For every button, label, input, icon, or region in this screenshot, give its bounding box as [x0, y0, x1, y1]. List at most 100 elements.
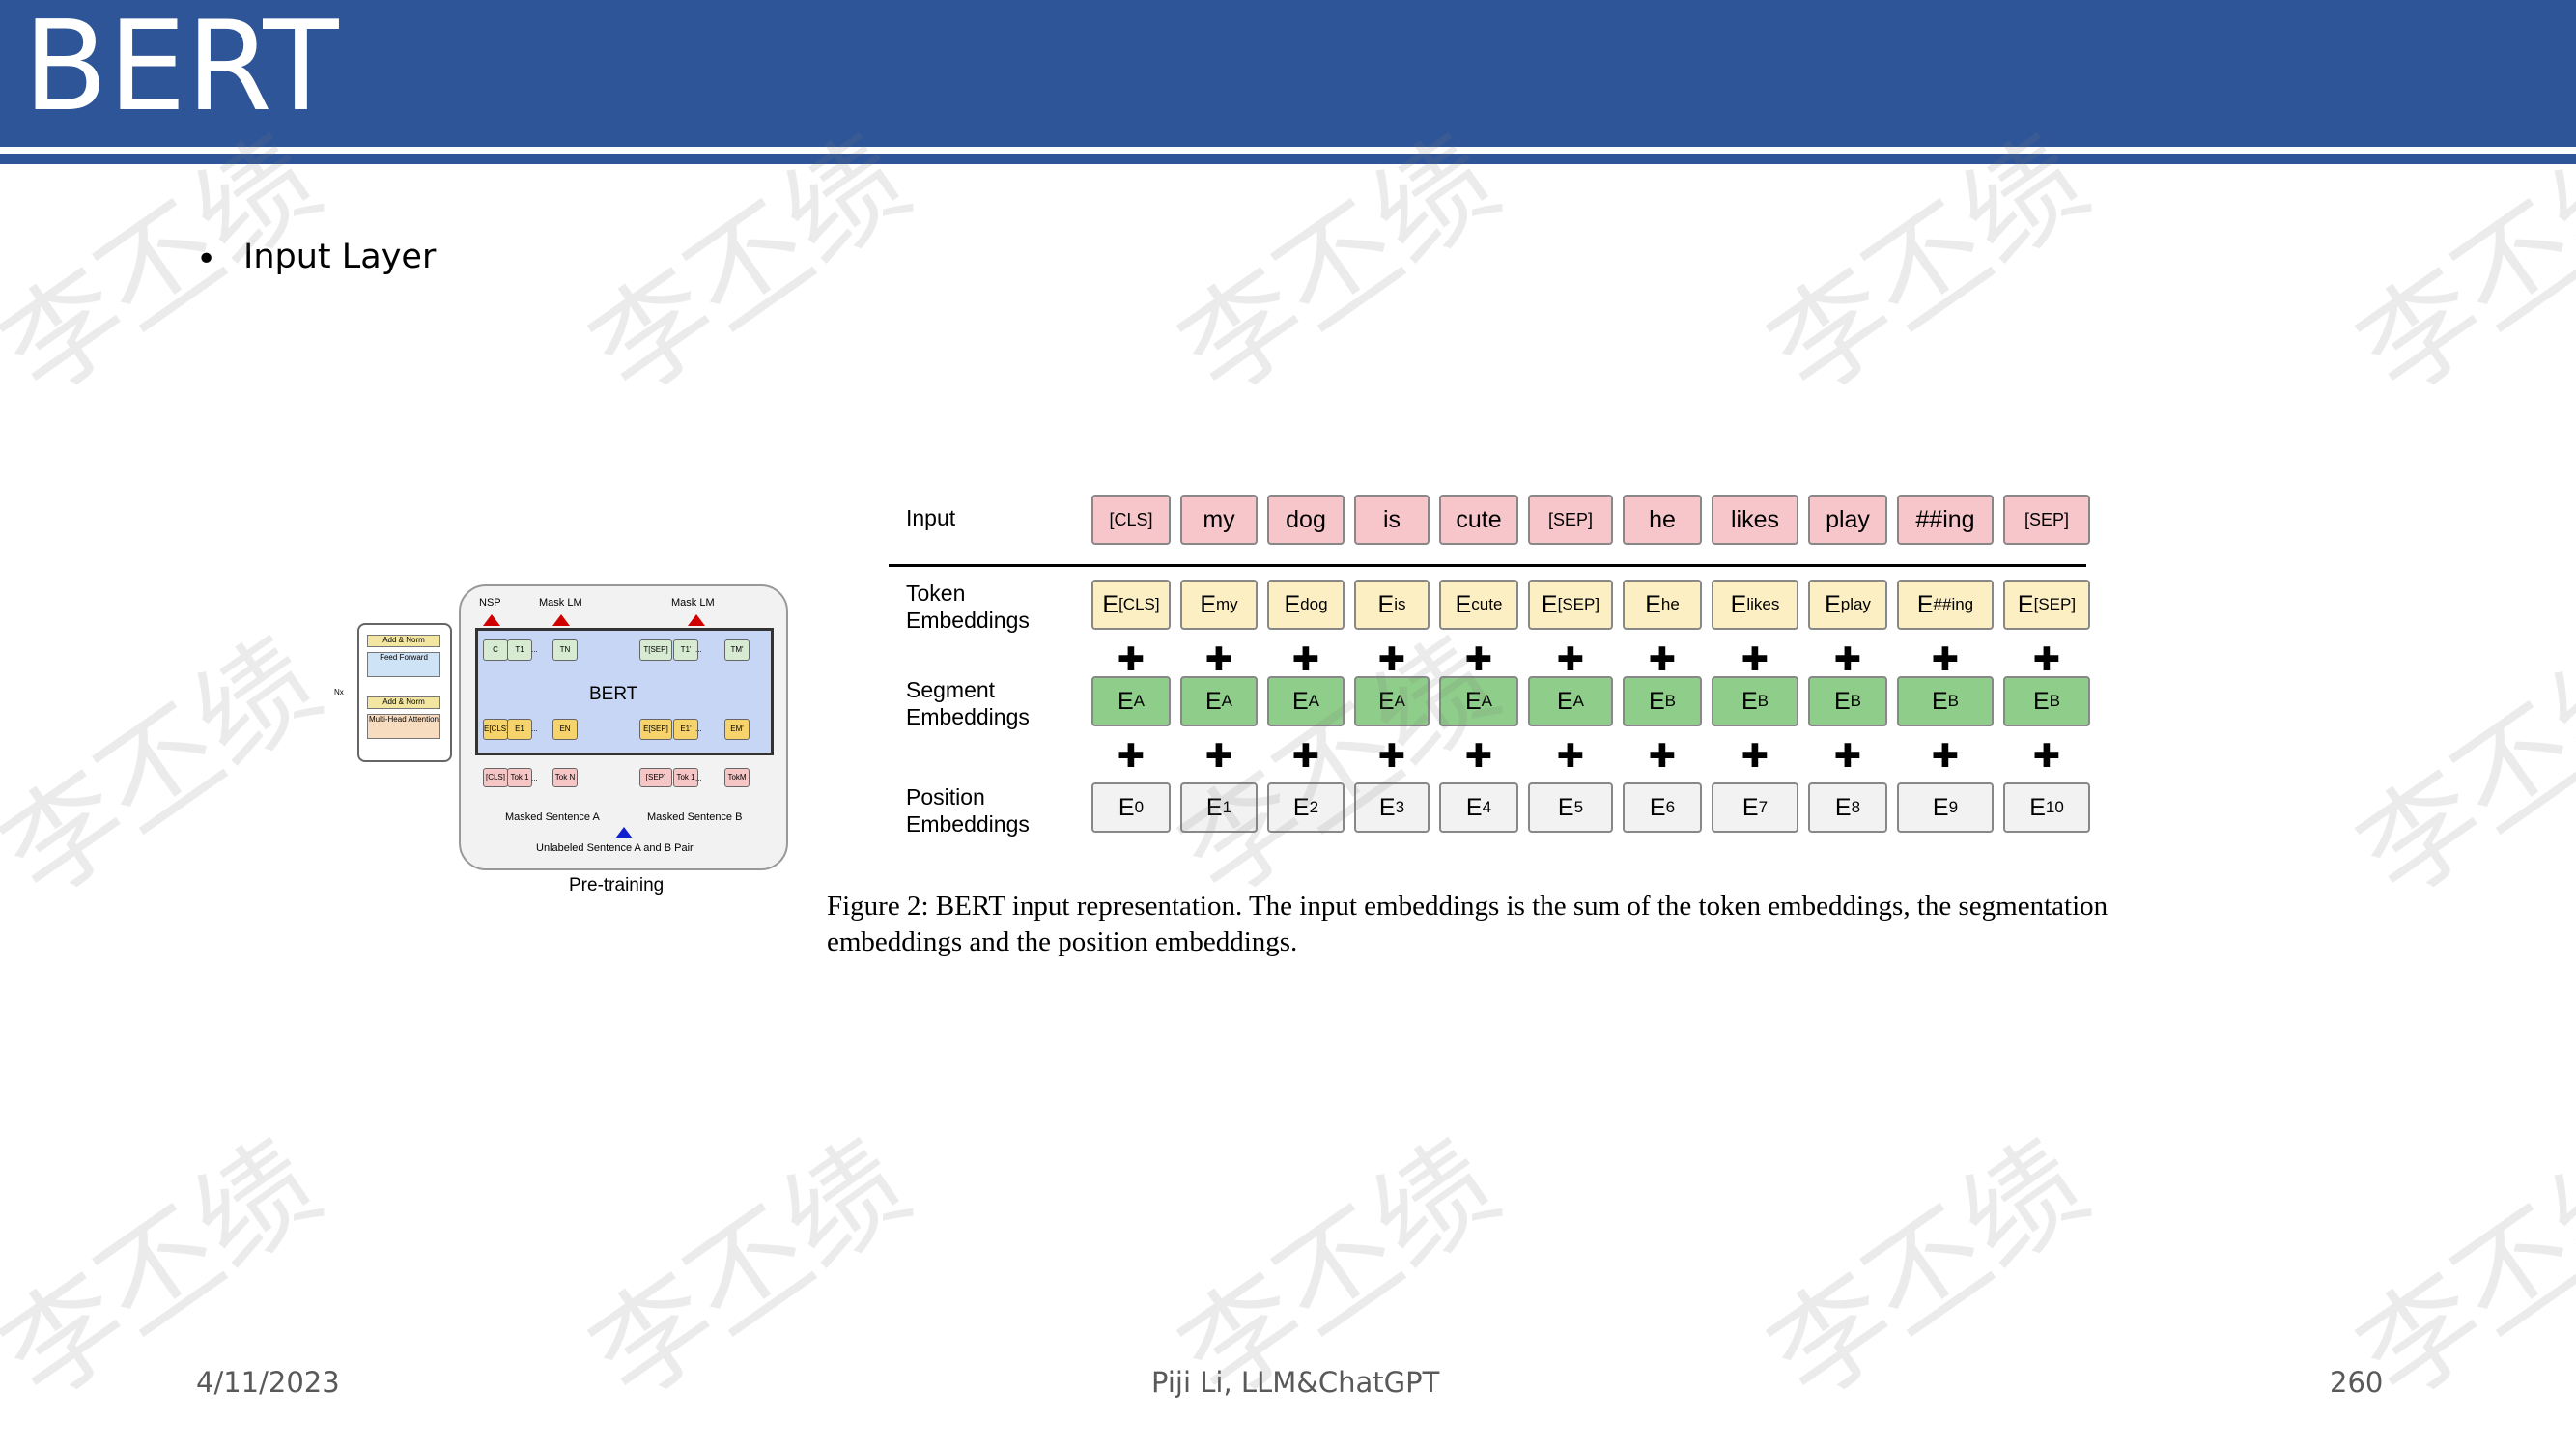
input-token: ##ing	[1897, 495, 1994, 545]
pretraining-token: Tok N	[552, 768, 578, 787]
title-rule-gap	[0, 147, 2576, 154]
position-embedding: E3	[1354, 782, 1430, 833]
plus-icon: ✚	[1648, 738, 1677, 775]
figure-caption: Figure 2: BERT input representation. The…	[827, 891, 2109, 957]
watermark: 李丕绩	[2336, 614, 2576, 924]
mask-lm-label-2: Mask LM	[671, 597, 715, 609]
input-token: is	[1354, 495, 1430, 545]
token-embedding: Eplay	[1808, 580, 1887, 630]
input-token: play	[1808, 495, 1887, 545]
token-embedding: E [SEP]	[2003, 580, 2090, 630]
watermark: 李丕绩	[569, 1117, 931, 1427]
multi-head-attention: Multi-Head Attention	[367, 714, 440, 739]
plus-icon: ✚	[2032, 738, 2061, 775]
pretraining-diagram: Nx Add & Norm Feed Forward Add & Norm Mu…	[328, 580, 831, 908]
bullet-marker: •	[196, 240, 217, 279]
row-label-segment: Segment Embeddings	[906, 677, 1030, 729]
pretraining-token: T1	[507, 639, 532, 661]
segment-embedding: EA	[1180, 676, 1258, 726]
pretraining-token: [CLS]	[483, 768, 508, 787]
plus-icon: ✚	[1377, 738, 1406, 775]
title-rule	[0, 154, 2576, 164]
pretraining-token: ...	[531, 724, 538, 733]
plus-icon: ✚	[1931, 641, 1960, 678]
segment-embedding: EA	[1528, 676, 1613, 726]
pretraining-token: ...	[695, 774, 702, 782]
position-embedding: E8	[1808, 782, 1887, 833]
input-token: he	[1623, 495, 1702, 545]
position-embedding: E0	[1091, 782, 1171, 833]
plus-icon: ✚	[1377, 641, 1406, 678]
plus-icon: ✚	[1741, 641, 1769, 678]
pretraining-token: EM'	[724, 719, 750, 740]
pretraining-caption: Pre-training	[569, 875, 665, 895]
pretraining-token: Tok 1	[507, 768, 532, 787]
position-embedding: E9	[1897, 782, 1994, 833]
pretraining-token: T[SEP]	[639, 639, 672, 661]
row-label-input: Input	[906, 505, 956, 530]
token-embedding: Ecute	[1439, 580, 1518, 630]
plus-icon: ✚	[1291, 738, 1320, 775]
plus-icon: ✚	[1556, 738, 1585, 775]
nsp-arrow-icon	[483, 614, 500, 626]
row-label-token: Token Embeddings	[906, 581, 1030, 633]
plus-icon: ✚	[1931, 738, 1960, 775]
plus-icon: ✚	[1556, 641, 1585, 678]
input-token: dog	[1267, 495, 1345, 545]
token-embedding: E [SEP]	[1528, 580, 1613, 630]
plus-icon: ✚	[1833, 641, 1862, 678]
input-token: [SEP]	[2003, 495, 2090, 545]
segment-embedding: EA	[1267, 676, 1345, 726]
nsp-label: NSP	[479, 597, 501, 609]
segment-embedding: EB	[1623, 676, 1702, 726]
token-embedding: Emy	[1180, 580, 1258, 630]
footer-date: 4/11/2023	[196, 1366, 340, 1399]
feed-forward: Feed Forward	[367, 652, 440, 677]
pretraining-token: ...	[531, 774, 538, 782]
segment-embedding: EB	[1808, 676, 1887, 726]
masked-sentence-a: Masked Sentence A	[505, 811, 600, 823]
segment-embedding: EA	[1354, 676, 1430, 726]
footer-page-number: 260	[2330, 1366, 2384, 1399]
bullet-text: Input Layer	[243, 238, 437, 276]
segment-embedding: EA	[1439, 676, 1518, 726]
bert-model-label: BERT	[589, 684, 638, 704]
segment-embedding: EA	[1091, 676, 1171, 726]
mask-lm-arrow-icon-2	[688, 614, 705, 626]
plus-icon: ✚	[1204, 641, 1233, 678]
add-norm-bottom: Add & Norm	[367, 696, 440, 709]
masked-sentence-b: Masked Sentence B	[647, 811, 743, 823]
pretraining-token: [SEP]	[639, 768, 672, 787]
token-embedding: Eis	[1354, 580, 1430, 630]
plus-icon: ✚	[1291, 641, 1320, 678]
input-token: cute	[1439, 495, 1518, 545]
position-embedding: E 10	[2003, 782, 2090, 833]
input-token: my	[1180, 495, 1258, 545]
pretraining-token: TokM	[724, 768, 750, 787]
plus-icon: ✚	[1117, 738, 1146, 775]
token-embedding: Ehe	[1623, 580, 1702, 630]
pretraining-token: TM'	[724, 639, 750, 661]
input-token: [CLS]	[1091, 495, 1171, 545]
token-embedding: Edog	[1267, 580, 1345, 630]
position-embedding: E6	[1623, 782, 1702, 833]
input-arrow-icon	[615, 827, 633, 838]
row-label-position: Position Embeddings	[906, 784, 1030, 837]
nx-label: Nx	[334, 688, 344, 696]
pretraining-token: E[SEP]	[639, 719, 672, 740]
encoder-block: Add & Norm Feed Forward Add & Norm Multi…	[357, 623, 452, 762]
input-token: likes	[1712, 495, 1798, 545]
title-bar	[0, 0, 2576, 147]
plus-icon: ✚	[1741, 738, 1769, 775]
token-embedding: E ##ing	[1897, 580, 1994, 630]
plus-icon: ✚	[1833, 738, 1862, 775]
input-representation-figure: Input Token Embeddings Segment Embedding…	[889, 483, 2106, 860]
pretraining-token: ...	[531, 645, 538, 654]
pretraining-token: E1	[507, 719, 532, 740]
plus-icon: ✚	[1117, 641, 1146, 678]
position-embedding: E5	[1528, 782, 1613, 833]
position-embedding: E7	[1712, 782, 1798, 833]
plus-icon: ✚	[1464, 641, 1493, 678]
watermark: 李丕绩	[0, 614, 342, 924]
watermark: 李丕绩	[1747, 1117, 2109, 1427]
